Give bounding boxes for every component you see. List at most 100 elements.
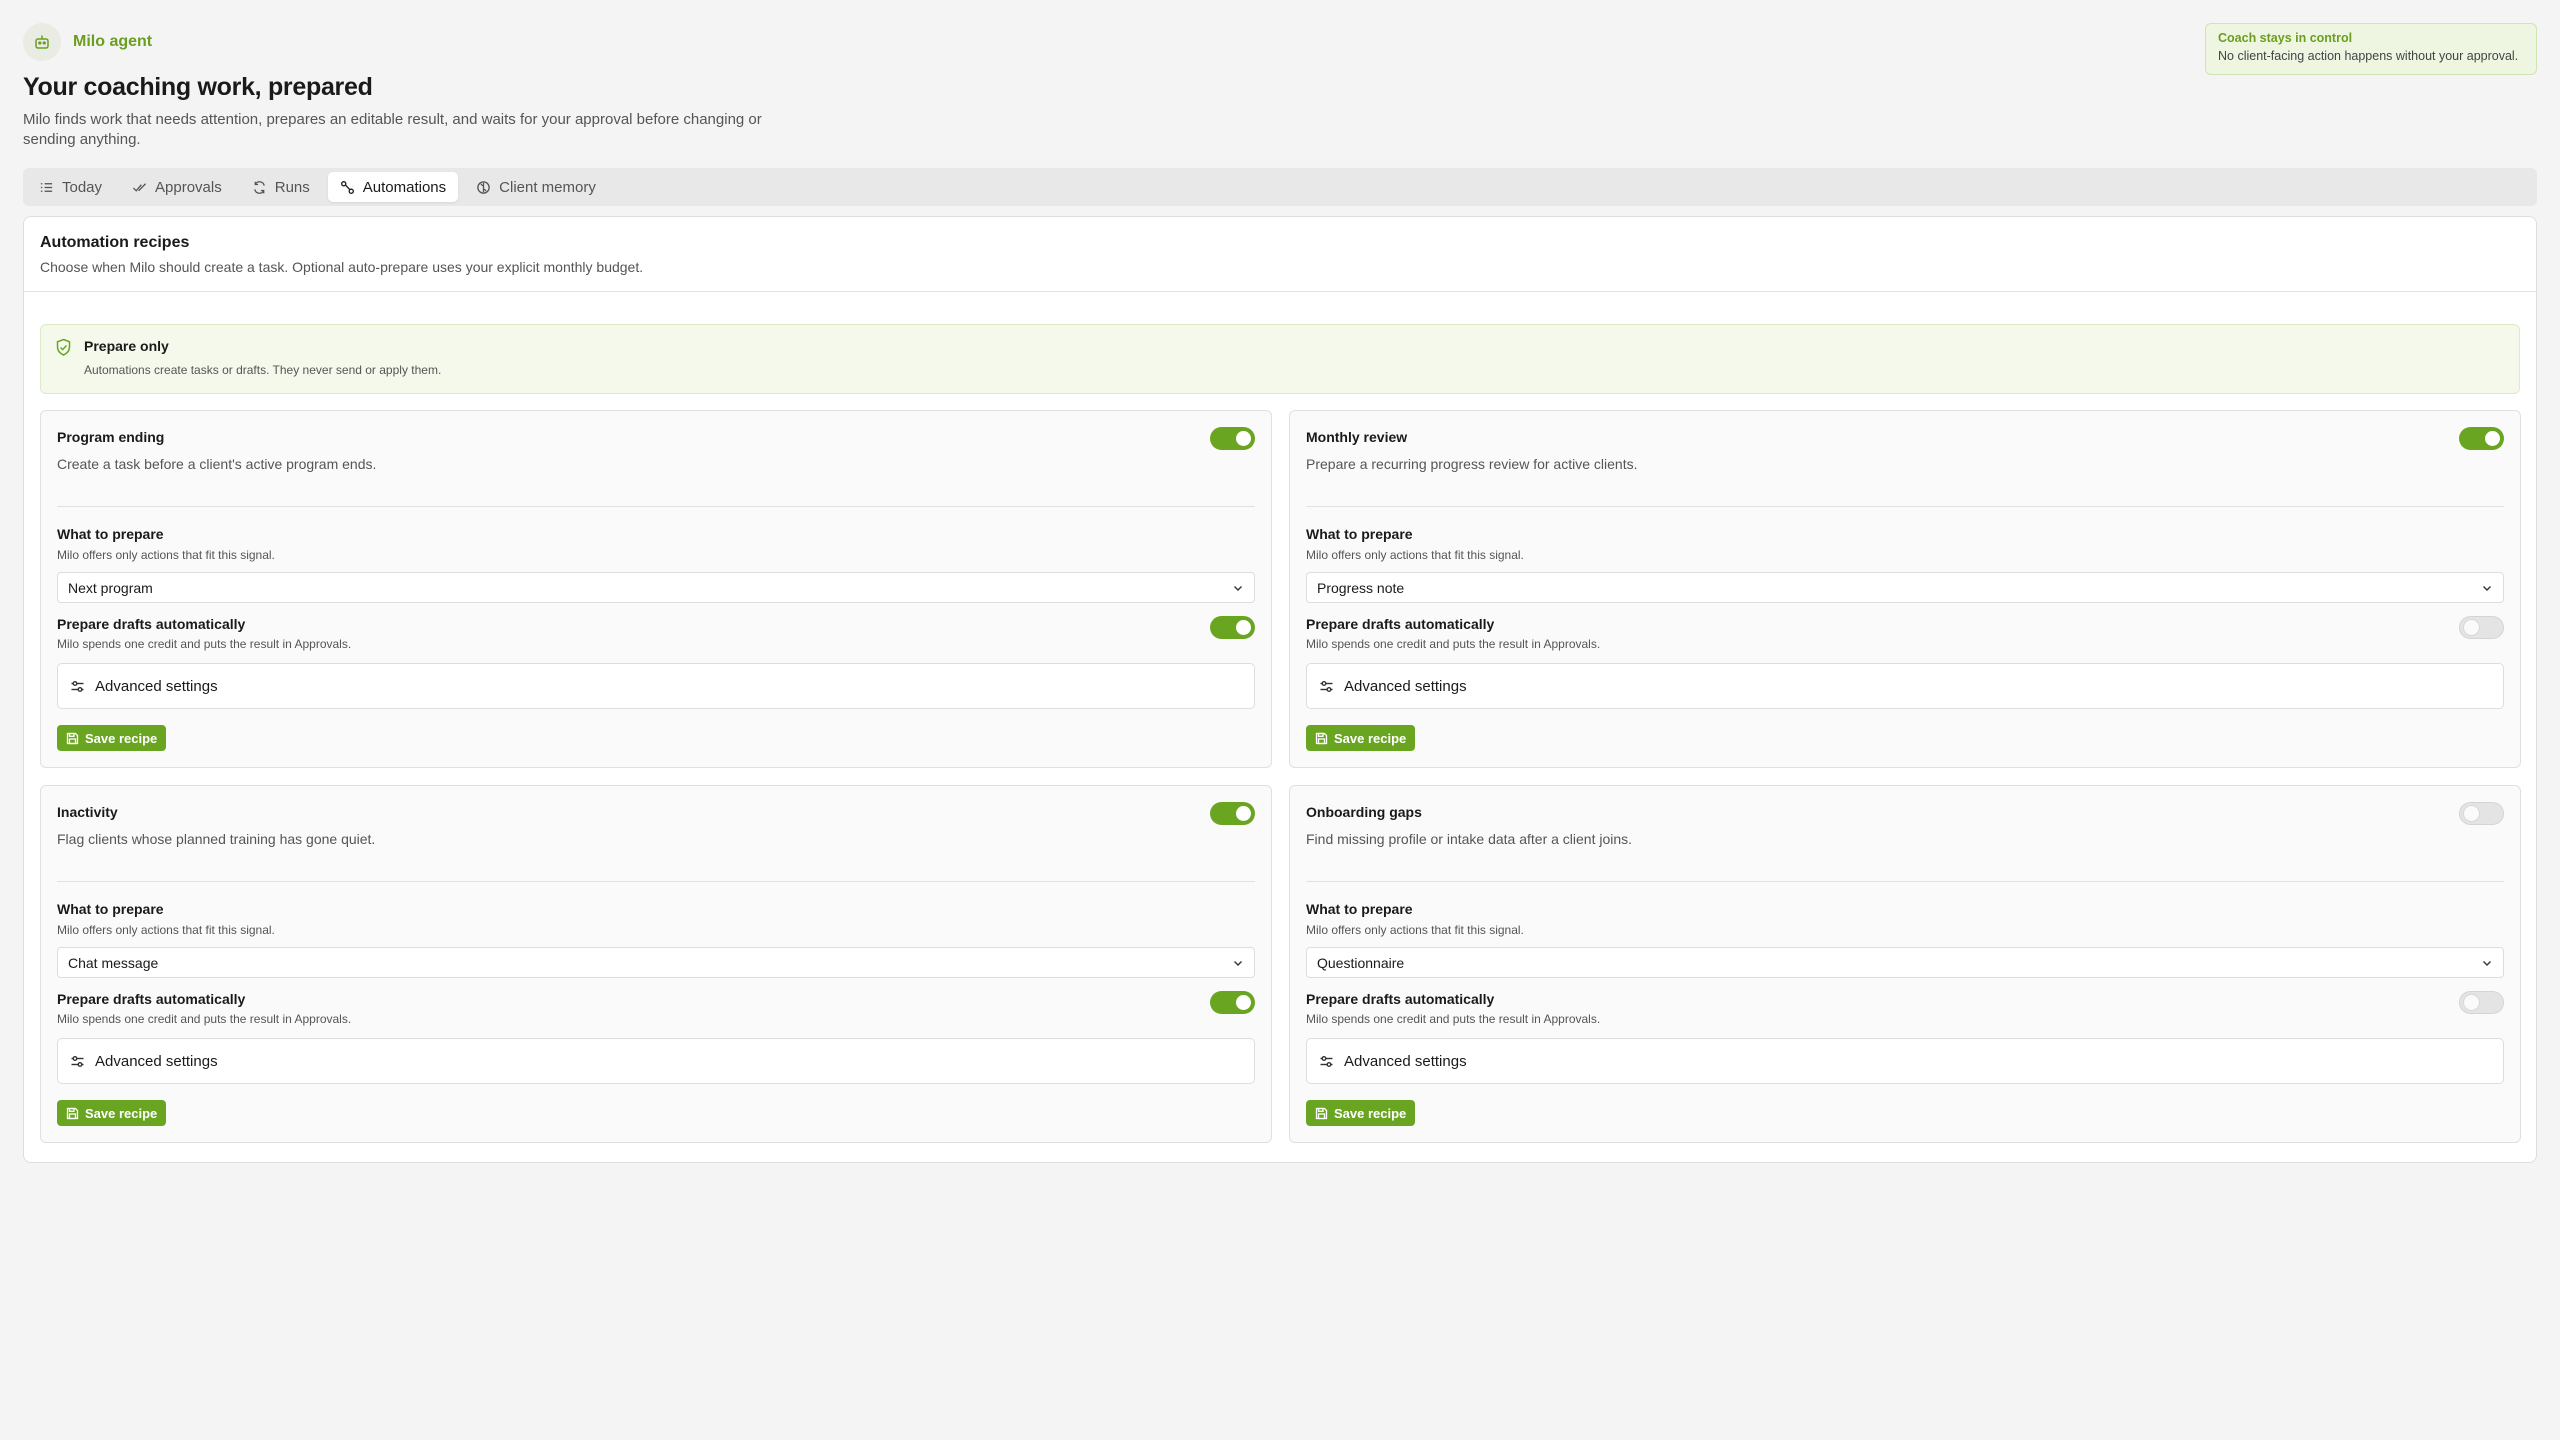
what-to-prepare-label: What to prepare — [1306, 526, 1413, 542]
brain-icon — [477, 180, 490, 194]
recipe-description: Flag clients whose planned training has … — [57, 831, 376, 847]
recipe-enabled-toggle[interactable] — [1210, 802, 1255, 825]
what-to-prepare-help: Milo offers only actions that fit this s… — [57, 923, 275, 937]
sliders-icon — [1320, 680, 1333, 692]
tab-label: Automations — [362, 178, 447, 196]
auto-prepare-help: Milo spends one credit and puts the resu… — [1306, 1012, 1601, 1026]
sliders-icon — [1320, 1055, 1333, 1067]
page: Milo agent Your coaching work, prepared … — [23, 23, 2537, 1163]
notice-text: Automations create tasks or drafts. They… — [84, 363, 442, 377]
what-to-prepare-help: Milo offers only actions that fit this s… — [1306, 923, 1524, 937]
auto-prepare-toggle[interactable] — [1210, 991, 1255, 1014]
auto-prepare-title: Prepare drafts automatically — [57, 616, 246, 632]
recipe-grid: Program ending Create a task before a cl… — [40, 410, 2521, 1143]
recipe-description: Create a task before a client's active p… — [57, 456, 377, 472]
recipe-title: Onboarding gaps — [1306, 804, 1422, 820]
chevron-down-icon — [2483, 960, 2491, 966]
advanced-settings[interactable]: Advanced settings — [1306, 663, 2504, 709]
advanced-settings[interactable]: Advanced settings — [57, 663, 1255, 709]
tab-label: Approvals — [155, 178, 222, 196]
page-description: Milo finds work that needs attention, pr… — [23, 111, 762, 148]
tab-label: Client memory — [499, 178, 596, 196]
sliders-icon — [71, 1055, 84, 1067]
robot-icon — [23, 23, 61, 61]
recipe-title: Inactivity — [57, 804, 118, 820]
recipe-card-onboarding-gaps: Onboarding gaps Find missing profile or … — [1289, 785, 2521, 1143]
auto-prepare-row: Prepare drafts automatically Milo spends… — [57, 991, 1255, 1026]
advanced-settings-label: Advanced settings — [95, 677, 218, 695]
coach-control-note: Coach stays in control No client-facing … — [2205, 23, 2537, 75]
action-select-value: Chat message — [68, 954, 159, 971]
auto-prepare-title: Prepare drafts automatically — [57, 991, 246, 1007]
what-to-prepare-label: What to prepare — [57, 526, 164, 542]
save-icon — [1315, 1107, 1328, 1119]
chevron-down-icon — [1234, 960, 1242, 966]
save-recipe-label: Save recipe — [1334, 730, 1407, 746]
save-recipe-label: Save recipe — [85, 730, 158, 746]
tab-approvals[interactable]: Approvals — [120, 172, 234, 202]
page-title: Your coaching work, prepared — [23, 73, 373, 101]
action-select-value: Questionnaire — [1317, 954, 1405, 971]
recipe-enabled-toggle[interactable] — [2459, 427, 2504, 450]
advanced-settings[interactable]: Advanced settings — [57, 1038, 1255, 1084]
tab-today[interactable]: Today — [27, 172, 114, 202]
chevron-down-icon — [1234, 585, 1242, 591]
recipe-card-inactivity: Inactivity Flag clients whose planned tr… — [40, 785, 1272, 1143]
chevron-down-icon — [2483, 585, 2491, 591]
action-select[interactable]: Next program — [57, 572, 1255, 603]
advanced-settings-label: Advanced settings — [1344, 677, 1467, 695]
prepare-only-notice: Prepare only Automations create tasks or… — [40, 324, 2520, 394]
recipe-card-monthly-review: Monthly review Prepare a recurring progr… — [1289, 410, 2521, 768]
recipe-enabled-toggle[interactable] — [2459, 802, 2504, 825]
save-recipe-label: Save recipe — [1334, 1105, 1407, 1121]
tab-label: Today — [62, 178, 103, 196]
auto-prepare-toggle[interactable] — [2459, 991, 2504, 1014]
tab-runs[interactable]: Runs — [240, 172, 322, 202]
tab-bar: Today Approvals Runs Automations Client … — [23, 168, 2537, 206]
save-recipe-button[interactable]: Save recipe — [57, 1100, 167, 1126]
save-recipe-label: Save recipe — [85, 1105, 158, 1121]
save-icon — [66, 1107, 79, 1119]
sliders-icon — [71, 680, 84, 692]
recipe-header: Monthly review Prepare a recurring progr… — [1306, 427, 2504, 507]
action-select-value: Progress note — [1317, 579, 1405, 596]
action-select[interactable]: Progress note — [1306, 572, 2504, 603]
auto-prepare-row: Prepare drafts automatically Milo spends… — [1306, 616, 2504, 651]
auto-prepare-title: Prepare drafts automatically — [1306, 616, 1495, 632]
recipe-header: Program ending Create a task before a cl… — [57, 427, 1255, 507]
what-to-prepare-help: Milo offers only actions that fit this s… — [1306, 548, 1524, 562]
auto-prepare-help: Milo spends one credit and puts the resu… — [57, 1012, 352, 1026]
refresh-icon — [253, 180, 265, 194]
auto-prepare-toggle[interactable] — [2459, 616, 2504, 639]
recipe-enabled-toggle[interactable] — [1210, 427, 1255, 450]
list-icon — [40, 182, 53, 192]
advanced-settings[interactable]: Advanced settings — [1306, 1038, 2504, 1084]
save-recipe-button[interactable]: Save recipe — [57, 725, 167, 751]
action-select-value: Next program — [68, 579, 153, 596]
what-to-prepare-label: What to prepare — [57, 901, 164, 917]
auto-prepare-help: Milo spends one credit and puts the resu… — [1306, 637, 1601, 651]
what-to-prepare-help: Milo offers only actions that fit this s… — [57, 548, 275, 562]
save-recipe-button[interactable]: Save recipe — [1306, 725, 1416, 751]
advanced-settings-label: Advanced settings — [1344, 1052, 1467, 1070]
tab-client-memory[interactable]: Client memory — [464, 172, 608, 202]
auto-prepare-row: Prepare drafts automatically Milo spends… — [1306, 991, 2504, 1026]
auto-prepare-row: Prepare drafts automatically Milo spends… — [57, 616, 1255, 651]
action-select[interactable]: Chat message — [57, 947, 1255, 978]
what-to-prepare-label: What to prepare — [1306, 901, 1413, 917]
recipe-title: Program ending — [57, 429, 165, 445]
check-double-icon — [132, 182, 147, 192]
save-recipe-button[interactable]: Save recipe — [1306, 1100, 1416, 1126]
control-note-title: Coach stays in control — [2218, 31, 2353, 45]
recipe-description: Find missing profile or intake data afte… — [1306, 831, 1633, 847]
shield-check-icon — [56, 338, 71, 356]
tab-automations[interactable]: Automations — [327, 172, 459, 202]
brand: Milo agent — [23, 23, 2537, 61]
auto-prepare-toggle[interactable] — [1210, 616, 1255, 639]
panel-title: Automation recipes — [40, 234, 190, 251]
save-icon — [1315, 732, 1328, 744]
recipe-header: Inactivity Flag clients whose planned tr… — [57, 802, 1255, 882]
action-select[interactable]: Questionnaire — [1306, 947, 2504, 978]
panel-header: Automation recipes Choose when Milo shou… — [24, 217, 2536, 292]
automations-panel: Automation recipes Choose when Milo shou… — [23, 216, 2537, 1163]
